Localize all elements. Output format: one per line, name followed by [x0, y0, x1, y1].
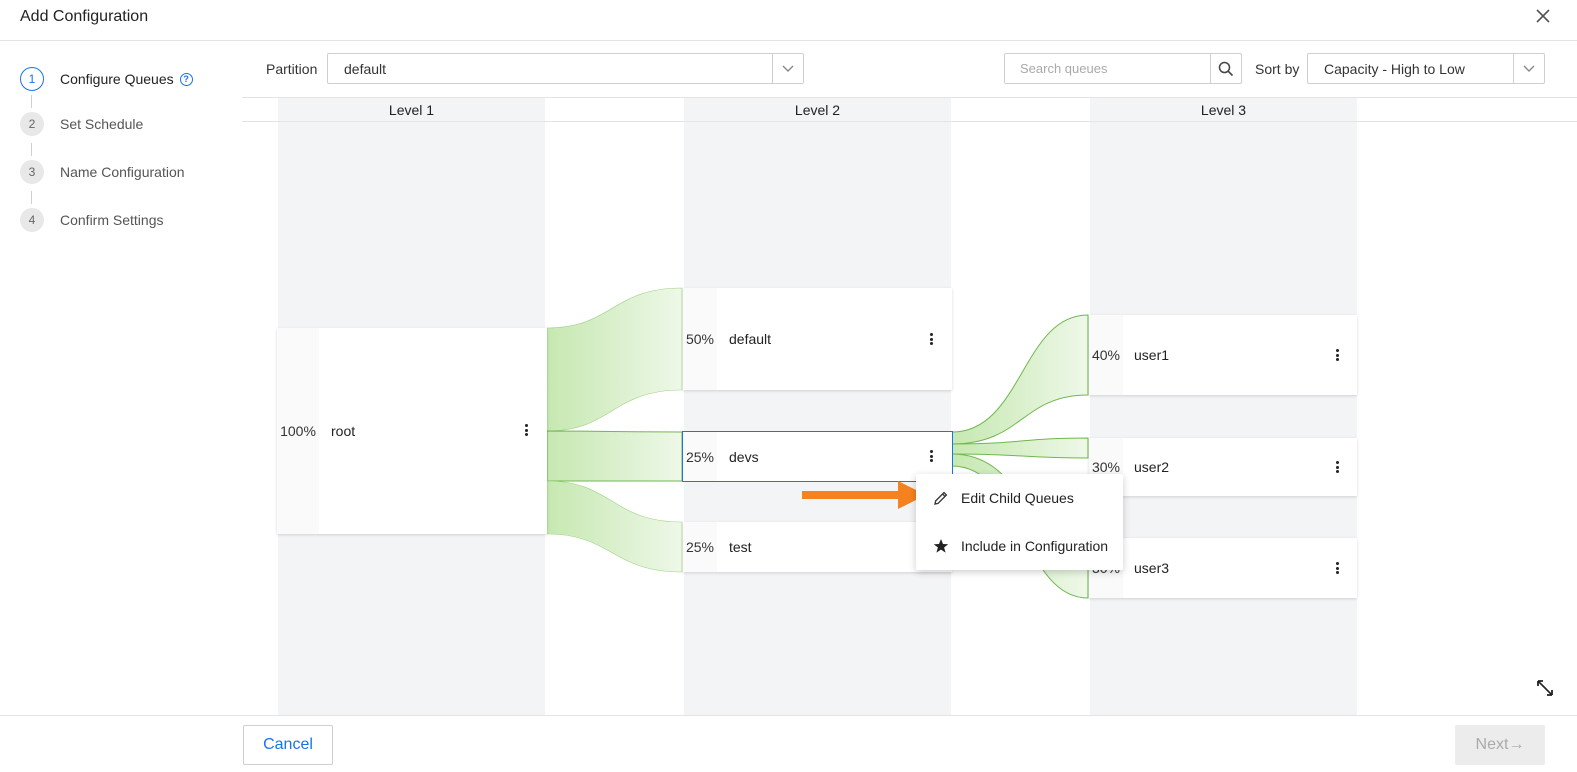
queue-context-menu: Edit Child Queues Include in Configurati…	[916, 474, 1123, 570]
queue-root[interactable]: 100% root	[277, 328, 547, 534]
partition-label: Partition	[266, 61, 318, 77]
step-connector	[31, 191, 32, 204]
queue-name: user2	[1134, 459, 1170, 475]
wizard-stepper: 1 Configure Queues ? 2 Set Schedule 3 Na…	[0, 41, 242, 715]
queue-test[interactable]: 25% test	[683, 522, 952, 572]
queue-capacity: 25%	[683, 522, 717, 572]
step-connector	[31, 143, 32, 156]
menu-item-include-in-configuration[interactable]: Include in Configuration	[916, 522, 1123, 570]
queue-user1[interactable]: 40% user1	[1089, 315, 1357, 395]
queue-toolbar: Partition default Sort by Capacity - Hig…	[242, 41, 1577, 97]
help-icon[interactable]: ?	[179, 72, 193, 86]
queue-name: root	[331, 423, 356, 439]
chevron-down-icon[interactable]	[772, 54, 803, 83]
queue-name: test	[729, 539, 752, 555]
queue-name: default	[729, 331, 772, 347]
queue-user3[interactable]: 30% user3	[1089, 538, 1357, 598]
more-vert-icon[interactable]	[926, 331, 936, 347]
sort-select[interactable]: Capacity - High to Low	[1307, 53, 1545, 84]
more-vert-icon[interactable]	[1332, 347, 1342, 363]
queue-tree-canvas: Level 1 Level 2 Level 3 100% root 50% de…	[242, 97, 1577, 715]
step-confirm-settings[interactable]: 4 Confirm Settings	[20, 208, 163, 232]
step-name-configuration[interactable]: 3 Name Configuration	[20, 160, 185, 184]
dialog-footer: Cancel Next→	[0, 715, 1577, 772]
root-more-vert-icon[interactable]	[521, 422, 531, 438]
menu-item-label: Include in Configuration	[961, 538, 1109, 554]
queue-name: user3	[1134, 560, 1170, 576]
more-vert-icon[interactable]	[1332, 560, 1342, 576]
flow-root-test	[546, 480, 683, 573]
annotation-arrow-icon	[802, 481, 926, 509]
chevron-down-icon[interactable]	[1513, 54, 1544, 83]
cancel-button[interactable]: Cancel	[243, 725, 333, 765]
step-number: 4	[20, 208, 44, 232]
search-button[interactable]	[1210, 54, 1241, 83]
step-configure-queues[interactable]: 1 Configure Queues ?	[20, 67, 193, 91]
dialog-header: Add Configuration	[0, 0, 1577, 41]
search-input[interactable]	[1005, 54, 1210, 83]
step-label: Configure Queues	[60, 71, 174, 87]
search-icon	[1218, 61, 1234, 76]
close-icon[interactable]	[1535, 8, 1551, 24]
menu-item-edit-child-queues[interactable]: Edit Child Queues	[916, 474, 1123, 522]
pencil-icon	[934, 491, 948, 505]
queue-devs[interactable]: 25% devs	[682, 431, 953, 482]
step-label: Set Schedule	[60, 116, 144, 132]
step-number: 1	[20, 67, 44, 91]
step-label: Confirm Settings	[60, 212, 164, 228]
sort-value: Capacity - High to Low	[1324, 61, 1465, 77]
more-vert-icon[interactable]	[1332, 459, 1342, 475]
flow-root-devs	[546, 430, 683, 482]
queue-user2[interactable]: 30% user2	[1089, 438, 1357, 496]
queue-default[interactable]: 50% default	[683, 288, 952, 390]
queue-capacity: 100%	[277, 328, 319, 534]
dialog-title: Add Configuration	[20, 8, 149, 25]
expand-icon[interactable]	[1536, 679, 1554, 697]
next-button[interactable]: Next→	[1455, 725, 1545, 765]
step-connector	[31, 95, 32, 108]
sort-label: Sort by	[1255, 61, 1300, 77]
step-number: 2	[20, 112, 44, 136]
queue-name: devs	[729, 448, 759, 465]
partition-value: default	[344, 61, 387, 77]
star-icon	[933, 539, 949, 553]
more-vert-icon[interactable]	[926, 448, 936, 464]
queue-name: user1	[1134, 347, 1170, 363]
flow-root-default	[546, 287, 683, 432]
menu-item-label: Edit Child Queues	[961, 490, 1074, 506]
flow-devs-user1	[951, 314, 1089, 445]
partition-select[interactable]: default	[327, 53, 804, 84]
queue-capacity: 40%	[1089, 315, 1123, 395]
search-box	[1004, 53, 1242, 84]
step-number: 3	[20, 160, 44, 184]
queue-capacity: 50%	[683, 288, 717, 390]
step-label: Name Configuration	[60, 164, 185, 180]
step-set-schedule[interactable]: 2 Set Schedule	[20, 112, 143, 136]
queue-capacity: 25%	[683, 432, 717, 481]
